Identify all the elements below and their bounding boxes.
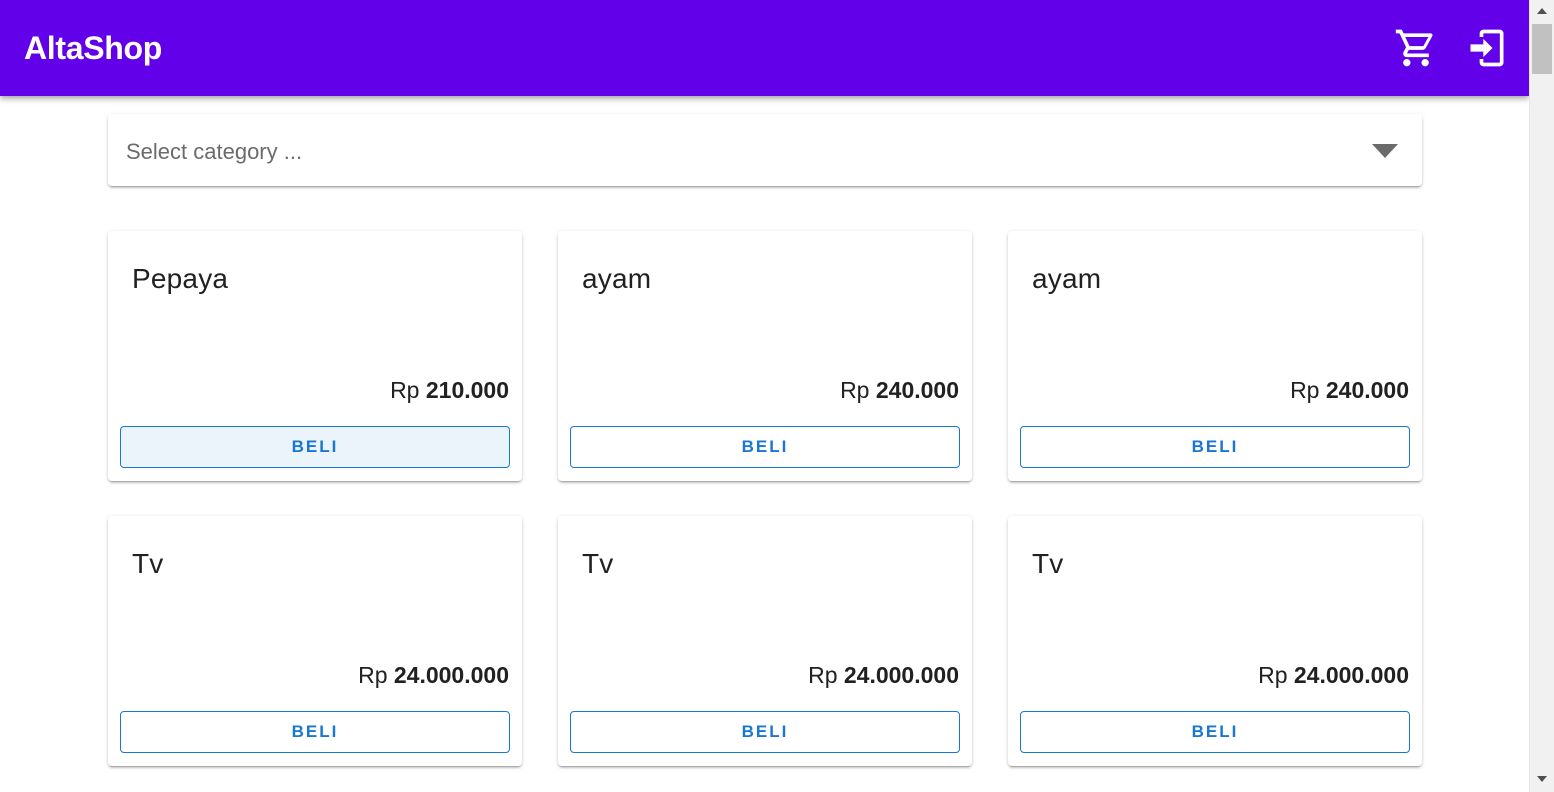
price-currency: Rp [808, 662, 838, 688]
price-amount: 210.000 [425, 377, 509, 403]
vertical-scrollbar[interactable] [1529, 0, 1554, 792]
product-name: ayam [582, 263, 652, 294]
price-amount: 240.000 [1325, 377, 1409, 403]
price-currency: Rp [1290, 377, 1320, 403]
product-card: Tv Rp 24.000.000 BELI [1008, 516, 1422, 766]
price-amount: 24.000.000 [843, 662, 959, 688]
beli-button[interactable]: BELI [1020, 711, 1410, 753]
product-price: Rp 240.000 [1290, 376, 1409, 404]
product-card: Pepaya Rp 210.000 BELI [108, 231, 522, 481]
login-button[interactable] [1463, 24, 1511, 72]
product-card: ayam Rp 240.000 BELI [1008, 231, 1422, 481]
login-icon [1470, 29, 1504, 67]
cart-icon [1395, 29, 1433, 67]
price-currency: Rp [1258, 662, 1288, 688]
product-price: Rp 24.000.000 [808, 661, 959, 689]
beli-button[interactable]: BELI [1020, 426, 1410, 468]
price-currency: Rp [840, 377, 870, 403]
product-price: Rp 240.000 [840, 376, 959, 404]
category-select[interactable]: Select category ... [108, 114, 1422, 186]
product-name: Tv [132, 548, 164, 579]
category-select-placeholder: Select category ... [126, 139, 303, 164]
product-price: Rp 24.000.000 [358, 661, 509, 689]
product-price: Rp 210.000 [390, 376, 509, 404]
app-bar: AltaShop [0, 0, 1529, 96]
product-name: Tv [582, 548, 614, 579]
product-card: Tv Rp 24.000.000 BELI [558, 516, 972, 766]
product-name: Tv [1032, 548, 1064, 579]
beli-button[interactable]: BELI [120, 426, 510, 468]
product-name: ayam [1032, 263, 1102, 294]
scroll-down-icon[interactable] [1537, 776, 1547, 782]
product-card: ayam Rp 240.000 BELI [558, 231, 972, 481]
scroll-up-icon[interactable] [1537, 8, 1547, 14]
app-title[interactable]: AltaShop [24, 28, 162, 68]
product-card: Tv Rp 24.000.000 BELI [108, 516, 522, 766]
product-price: Rp 24.000.000 [1258, 661, 1409, 689]
beli-button[interactable]: BELI [570, 426, 960, 468]
price-amount: 240.000 [875, 377, 959, 403]
product-name: Pepaya [132, 263, 229, 294]
chevron-down-icon[interactable] [1372, 144, 1398, 158]
price-currency: Rp [358, 662, 388, 688]
cart-button[interactable] [1392, 24, 1440, 72]
beli-button[interactable]: BELI [570, 711, 960, 753]
beli-button[interactable]: BELI [120, 711, 510, 753]
scroll-thumb[interactable] [1532, 24, 1552, 74]
page-viewport: AltaShop Select category ... Pepaya Rp 2… [0, 0, 1529, 792]
price-currency: Rp [390, 377, 420, 403]
price-amount: 24.000.000 [393, 662, 509, 688]
price-amount: 24.000.000 [1293, 662, 1409, 688]
